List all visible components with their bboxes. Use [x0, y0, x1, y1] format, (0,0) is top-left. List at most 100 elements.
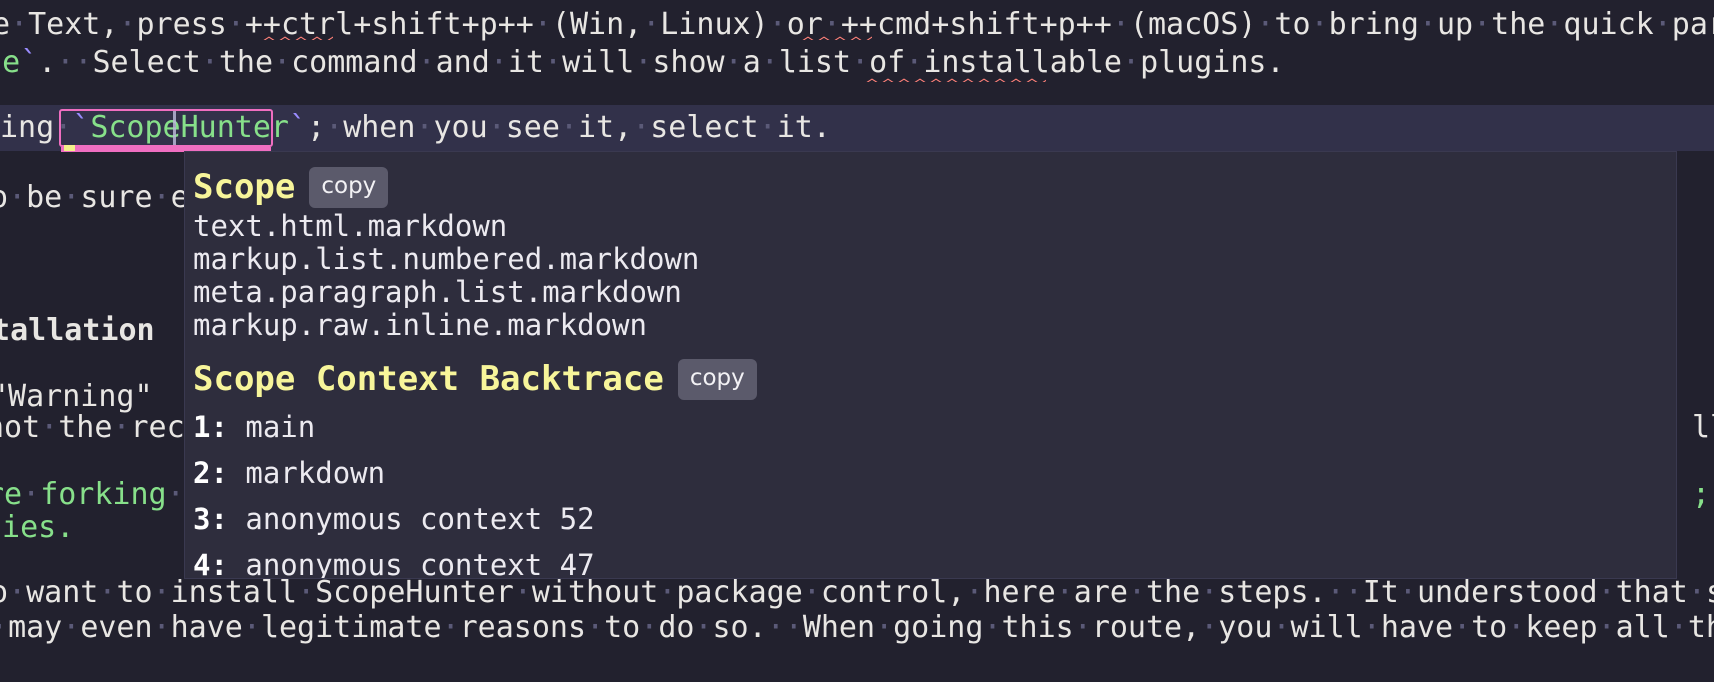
whitespace-dot: ·: [74, 45, 93, 80]
editor-line-right-fragment: ll: [1692, 405, 1714, 451]
whitespace-dot: ·: [724, 45, 743, 80]
caret-marker: [64, 145, 75, 151]
whitespace-dot: ·: [415, 110, 434, 145]
whitespace-dot: ·: [640, 610, 659, 645]
backtrace-index: 3:: [193, 502, 228, 536]
whitespace-dot: ·: [226, 7, 245, 42]
whitespace-dot: ·: [1597, 610, 1616, 645]
whitespace-dot: ·: [1418, 7, 1437, 42]
whitespace-dot: ·: [760, 45, 779, 80]
editor-line-text: ll: [1692, 410, 1714, 445]
whitespace-dot: ·: [533, 7, 552, 42]
editor-line: o·be·sure·e: [0, 175, 189, 221]
whitespace-dot: ·: [1653, 7, 1672, 42]
whitespace-dot: ·: [273, 45, 292, 80]
backtrace-index: 1:: [193, 410, 228, 444]
list-item: meta.paragraph.list.markdown: [193, 275, 682, 309]
whitespace-dot: ·: [118, 7, 137, 42]
backtick-glyph: `: [289, 110, 308, 145]
editor-line-heading: stallation: [0, 308, 155, 354]
screenshot-root: e·Text,·press·++ctrl+shift+p++·(Win,·Lin…: [0, 0, 1714, 682]
editor-line-suffix: ;·when·you·see·it,·select·it.: [307, 110, 831, 145]
editor-line-text: ;·: [1692, 477, 1714, 512]
whitespace-dot: ·: [200, 45, 219, 80]
editor-line: ·may·even·have·legitimate·reasons·to·do·…: [0, 605, 1714, 651]
whitespace-dot: ·: [1122, 45, 1141, 80]
copy-backtrace-button[interactable]: copy: [677, 358, 757, 400]
whitespace-dot: ·: [1310, 7, 1329, 42]
list-item: 4: anonymous context 47: [193, 542, 1676, 578]
whitespace-dot: ·: [1473, 7, 1492, 42]
whitespace-dot: ·: [8, 180, 27, 215]
whitespace-dot: ·: [417, 45, 436, 80]
editor-line-text: o·be·sure·e: [0, 180, 189, 215]
whitespace-dot: ·: [694, 610, 713, 645]
whitespace-dot: ·: [768, 7, 787, 42]
backtrace-label: markdown: [245, 456, 386, 490]
whitespace-dot: ·: [634, 45, 653, 80]
editor-inline-code: age: [0, 45, 21, 80]
whitespace-dot: ·: [1507, 610, 1526, 645]
editor-line-text: stallation: [0, 313, 155, 348]
spellcheck-squiggle-ctrl: ︿︿︿︿︿: [261, 32, 333, 40]
whitespace-dot: ·: [1256, 7, 1275, 42]
whitespace-dot: ·: [152, 610, 171, 645]
whitespace-dot: ·: [875, 610, 894, 645]
text-caret: [173, 111, 176, 145]
backtick-glyph: `: [20, 45, 39, 80]
whitespace-dot: ·: [62, 180, 81, 215]
backtrace-index: 2:: [193, 456, 228, 490]
editor-inline-code: ScopeHunter: [90, 110, 289, 145]
whitespace-dot: ·: [1073, 610, 1092, 645]
editor-line-text: cies.: [0, 510, 75, 545]
whitespace-dot: ·: [489, 45, 508, 80]
whitespace-dot: ·: [325, 110, 344, 145]
list-item: 3: anonymous context 52: [193, 496, 1676, 542]
whitespace-dot: ·: [758, 110, 777, 145]
list-item: markup.raw.inline.markdown: [193, 308, 647, 342]
whitespace-dot: ·: [983, 610, 1002, 645]
whitespace-dot: ·: [10, 7, 29, 42]
list-item: markup.list.numbered.markdown: [193, 242, 700, 276]
popup-backtrace-title: Scope Context Backtrace: [193, 359, 664, 399]
whitespace-dot: ·: [1545, 7, 1564, 42]
whitespace-dot: ·: [1669, 610, 1688, 645]
whitespace-dot: ·: [632, 110, 651, 145]
copy-scope-button[interactable]: copy: [309, 166, 389, 208]
list-item: 2: markdown: [193, 450, 1676, 496]
whitespace-dot: ·: [56, 45, 75, 80]
scope-hunter-popup[interactable]: Scope copy text.html.markdown markup.lis…: [185, 152, 1676, 578]
editor-line-text: ·may·even·have·legitimate·reasons·to·do·…: [0, 610, 1714, 645]
whitespace-dot: ·: [62, 610, 81, 645]
whitespace-dot: ·: [1710, 477, 1714, 512]
whitespace-dot: ·: [586, 610, 605, 645]
editor-line-text: not·the·rec: [0, 410, 185, 445]
editor-line: not·the·rec: [0, 405, 185, 451]
editor-line: cies.: [0, 505, 74, 551]
backtrace-index: 4:: [193, 548, 228, 578]
whitespace-dot: ·: [40, 410, 59, 445]
popup-scope-list: text.html.markdown markup.list.numbered.…: [189, 210, 1676, 342]
whitespace-dot: ·: [559, 110, 578, 145]
list-item: text.html.markdown: [193, 209, 508, 243]
whitespace-dot: ·: [54, 110, 73, 145]
editor-line: age`.··Select·the·command·and·it·will·sh…: [0, 40, 1285, 86]
whitespace-dot: ·: [1200, 610, 1219, 645]
popup-scope-title: Scope: [193, 167, 296, 207]
backtrace-label: main: [245, 410, 316, 444]
popup-backtrace-list: 1: main 2: markdown 3: anonymous context…: [189, 404, 1676, 578]
editor-line-prefix: ing·: [0, 110, 73, 145]
whitespace-dot: ·: [642, 7, 661, 42]
whitespace-dot: ·: [112, 410, 131, 445]
editor-line-text: .··Select·the·command·and·it·will·show·a…: [38, 45, 1285, 80]
whitespace-dot: ·: [784, 610, 803, 645]
backtick-glyph: `: [72, 110, 91, 145]
editor-caret-line: ing·`ScopeHunter`;·when·you·see·it,·sele…: [0, 105, 1714, 151]
whitespace-dot: ·: [242, 610, 261, 645]
whitespace-dot: ·: [1453, 610, 1472, 645]
popup-backtrace-header: Scope Context Backtrace copy: [189, 358, 1676, 400]
whitespace-dot: ·: [152, 180, 171, 215]
whitespace-dot: ·: [166, 477, 185, 512]
popup-scope-header: Scope copy: [189, 166, 1676, 208]
whitespace-dot: ·: [1272, 610, 1291, 645]
